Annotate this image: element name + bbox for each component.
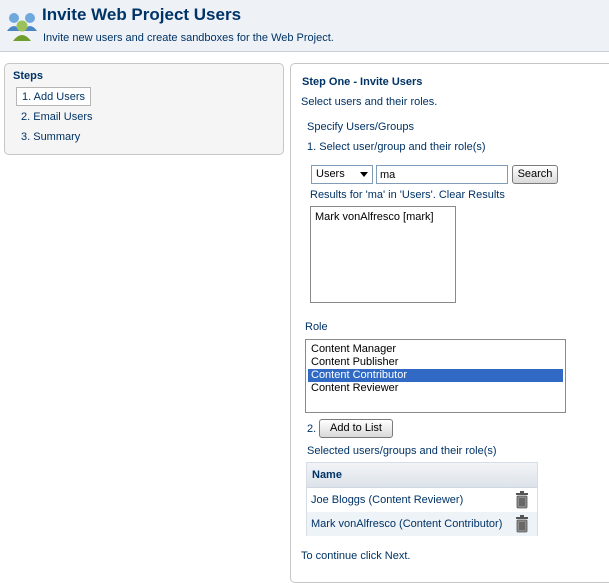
step-email-users[interactable]: 2. Email Users xyxy=(16,108,98,127)
step-description: Select users and their roles. xyxy=(301,96,438,108)
selected-label: Selected users/groups and their role(s) xyxy=(307,445,497,457)
results-text: Results for 'ma' in 'Users'. xyxy=(310,189,436,201)
clear-results-link[interactable]: Clear Results xyxy=(439,189,505,201)
selected-users-table: Name Joe Bloggs (Content Reviewer) Mark … xyxy=(306,462,538,536)
user-type-select[interactable]: Users xyxy=(311,165,373,184)
user-type-value: Users xyxy=(316,168,345,180)
page-subtitle: Invite new users and create sandboxes fo… xyxy=(43,32,334,44)
page-header: Invite Web Project Users Invite new user… xyxy=(0,0,609,52)
table-header: Name xyxy=(307,463,537,488)
results-list-item[interactable]: Mark vonAlfresco [mark] xyxy=(315,211,434,223)
step2-number: 2. xyxy=(307,423,317,435)
specify-label: Specify Users/Groups xyxy=(307,121,414,133)
steps-title: Steps xyxy=(13,70,43,82)
main-panel: Step One - Invite Users Select users and… xyxy=(290,63,609,583)
table-row: Joe Bloggs (Content Reviewer) xyxy=(307,488,537,512)
delete-icon[interactable] xyxy=(515,491,529,509)
step-summary[interactable]: 3. Summary xyxy=(16,128,85,147)
role-option-content-contributor[interactable]: Content Contributor xyxy=(308,369,563,382)
role-list[interactable]: Content Manager Content Publisher Conten… xyxy=(305,339,566,413)
results-line: Results for 'ma' in 'Users'. Clear Resul… xyxy=(310,189,505,201)
search-button[interactable]: Search xyxy=(512,165,558,184)
name-column-header[interactable]: Name xyxy=(312,469,342,481)
step-add-users[interactable]: 1. Add Users xyxy=(16,87,91,106)
chevron-down-icon xyxy=(360,172,368,177)
users-group-icon xyxy=(7,13,37,41)
role-option-content-publisher[interactable]: Content Publisher xyxy=(308,356,563,369)
results-list[interactable]: Mark vonAlfresco [mark] xyxy=(310,206,456,303)
page-title: Invite Web Project Users xyxy=(42,5,242,24)
step-title: Step One - Invite Users xyxy=(302,76,423,88)
delete-icon[interactable] xyxy=(515,515,529,533)
step1-label: 1. Select user/group and their role(s) xyxy=(307,141,486,153)
add-to-list-button[interactable]: Add to List xyxy=(319,419,393,438)
search-input[interactable] xyxy=(376,165,508,184)
steps-panel: Steps 1. Add Users 2. Email Users 3. Sum… xyxy=(4,63,284,155)
continue-text: To continue click Next. xyxy=(301,550,411,562)
role-label: Role xyxy=(305,321,328,333)
role-option-content-manager[interactable]: Content Manager xyxy=(308,343,563,356)
selected-user-name: Mark vonAlfresco (Content Contributor) xyxy=(311,518,503,530)
selected-user-name: Joe Bloggs (Content Reviewer) xyxy=(311,494,464,506)
role-option-content-reviewer[interactable]: Content Reviewer xyxy=(308,382,563,395)
table-row: Mark vonAlfresco (Content Contributor) xyxy=(307,512,537,536)
